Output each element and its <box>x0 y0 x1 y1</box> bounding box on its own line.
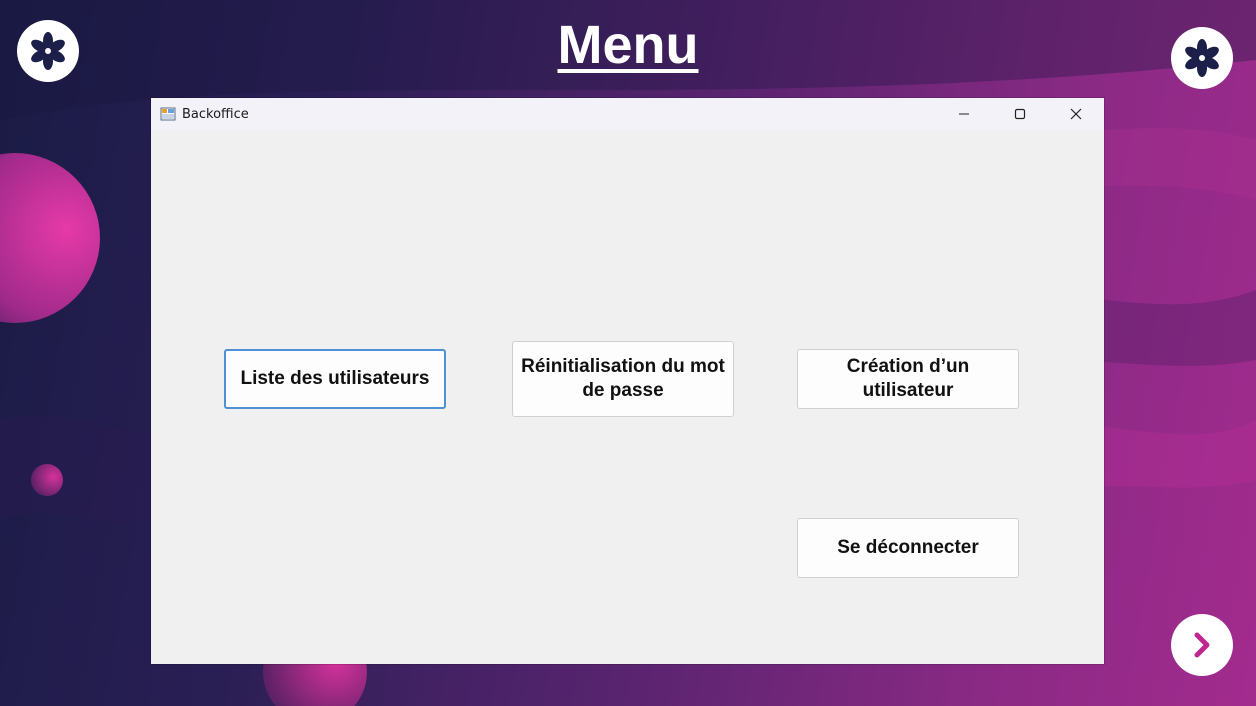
window-titlebar[interactable]: Backoffice <box>151 98 1104 130</box>
minimize-button[interactable] <box>936 98 992 130</box>
window-title: Backoffice <box>182 106 249 122</box>
window-controls <box>936 98 1104 130</box>
maximize-icon <box>1014 108 1026 120</box>
window-client-area: Liste des utilisateurs Réinitialisation … <box>151 130 1104 664</box>
maximize-button[interactable] <box>992 98 1048 130</box>
slide-title: Menu <box>557 15 699 75</box>
close-icon <box>1070 108 1082 120</box>
app-window-icon <box>160 107 176 121</box>
close-button[interactable] <box>1048 98 1104 130</box>
logout-button[interactable]: Se déconnecter <box>797 518 1019 578</box>
create-user-button[interactable]: Création d’un utilisateur <box>797 349 1019 409</box>
backoffice-window: Backoffice Liste des utilisateurs Réinit… <box>151 98 1104 664</box>
reset-password-button[interactable]: Réinitialisation du mot de passe <box>512 341 734 417</box>
users-list-button[interactable]: Liste des utilisateurs <box>224 349 446 409</box>
minimize-icon <box>959 113 969 115</box>
next-slide-button[interactable] <box>1171 614 1233 676</box>
chevron-right-icon <box>1194 632 1210 658</box>
